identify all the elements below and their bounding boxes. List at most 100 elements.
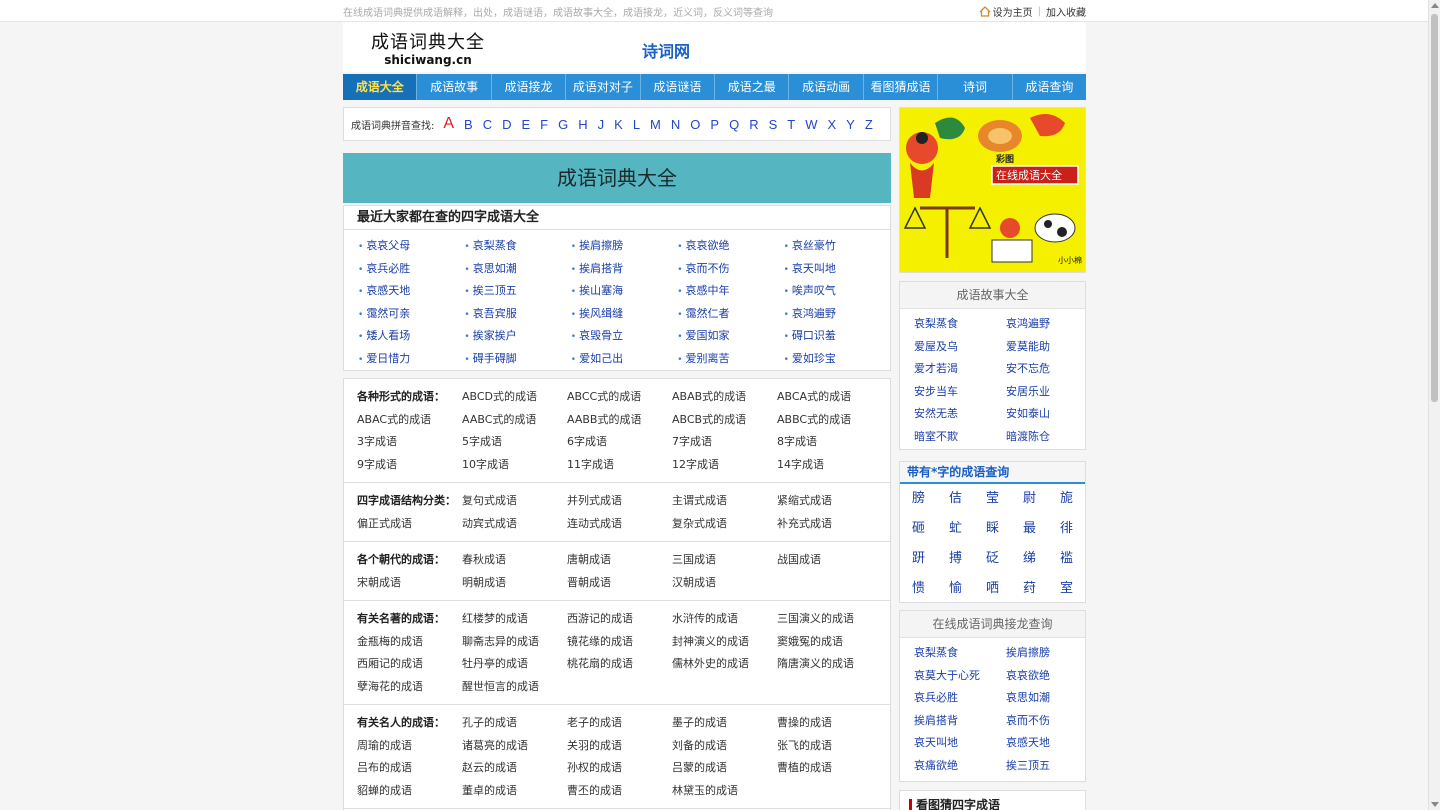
jielong-link[interactable]: 挨肩搭背 — [914, 710, 1006, 733]
letter-link[interactable]: H — [578, 117, 587, 132]
category-link[interactable]: 偏正式成语 — [357, 515, 462, 538]
category-link[interactable]: 赵云的成语 — [462, 759, 567, 782]
category-link[interactable]: ABBC式的成语 — [777, 411, 882, 434]
category-link[interactable]: 三国成语 — [672, 551, 777, 574]
jielong-link[interactable]: 哀思如潮 — [1006, 687, 1098, 710]
category-link[interactable]: 主谓式成语 — [672, 492, 777, 515]
category-link[interactable]: 吕蒙的成语 — [672, 759, 777, 782]
category-link[interactable]: 周瑜的成语 — [357, 737, 462, 760]
jielong-link[interactable]: 哀兵必胜 — [914, 687, 1006, 710]
idiom-link[interactable]: 挨三顶五 — [464, 280, 570, 303]
char-link[interactable]: 愦 — [900, 574, 937, 604]
char-link[interactable]: 砸 — [900, 514, 937, 544]
category-link[interactable]: 封神演义的成语 — [672, 633, 777, 656]
category-link[interactable]: 晋朝成语 — [567, 574, 672, 597]
category-link[interactable]: 14字成语 — [777, 456, 882, 479]
letter-link[interactable]: L — [633, 117, 640, 132]
letter-link[interactable]: D — [502, 117, 511, 132]
story-link[interactable]: 安然无恙 — [914, 403, 1006, 426]
char-link[interactable]: 趼 — [900, 544, 937, 574]
idiom-link[interactable]: 哀感中年 — [677, 280, 783, 303]
category-link[interactable]: 刘备的成语 — [672, 737, 777, 760]
category-link[interactable]: 西厢记的成语 — [357, 655, 462, 678]
char-link[interactable]: 睬 — [974, 514, 1011, 544]
idiom-link[interactable]: 矮人看场 — [358, 325, 464, 348]
jielong-link[interactable]: 哀感天地 — [1006, 732, 1098, 755]
shiciwang-link[interactable]: 诗词网 — [642, 38, 690, 62]
idiom-link[interactable]: 挨风缉缝 — [571, 303, 677, 326]
category-link[interactable]: 孙权的成语 — [567, 759, 672, 782]
char-link[interactable]: 佶 — [937, 484, 974, 514]
story-link[interactable]: 安不忘危 — [1006, 358, 1098, 381]
category-link[interactable]: 10字成语 — [462, 456, 567, 479]
category-link[interactable]: 孽海花的成语 — [357, 678, 462, 701]
category-link[interactable]: ABCA式的成语 — [777, 388, 882, 411]
story-link[interactable]: 爱屋及乌 — [914, 336, 1006, 359]
idiom-link[interactable]: 爱日惜力 — [358, 348, 464, 371]
idiom-link[interactable]: 唉声叹气 — [784, 280, 890, 303]
char-link[interactable]: 哂 — [974, 574, 1011, 604]
category-link[interactable]: 8字成语 — [777, 433, 882, 456]
idiom-link[interactable]: 挨肩擦膀 — [571, 235, 677, 258]
char-link[interactable]: 愉 — [937, 574, 974, 604]
category-link[interactable]: ABAB式的成语 — [672, 388, 777, 411]
idiom-link[interactable]: 爱如珍宝 — [784, 348, 890, 371]
idiom-link[interactable]: 哀而不伤 — [677, 258, 783, 281]
category-link[interactable]: 战国成语 — [777, 551, 882, 574]
jielong-link[interactable]: 挨肩擦膀 — [1006, 642, 1098, 665]
story-link[interactable]: 爱才若渴 — [914, 358, 1006, 381]
jielong-link[interactable]: 挨三顶五 — [1006, 755, 1098, 778]
idiom-link[interactable]: 爱别离苦 — [677, 348, 783, 371]
char-link[interactable]: 虻 — [937, 514, 974, 544]
idiom-link[interactable]: 挨山塞海 — [571, 280, 677, 303]
category-link[interactable]: 复杂式成语 — [672, 515, 777, 538]
category-link[interactable]: 诸葛亮的成语 — [462, 737, 567, 760]
jielong-link[interactable]: 哀痛欲绝 — [914, 755, 1006, 778]
category-link[interactable]: ABCD式的成语 — [462, 388, 567, 411]
jielong-link[interactable]: 哀而不伤 — [1006, 710, 1098, 733]
category-link[interactable]: ABCB式的成语 — [672, 411, 777, 434]
category-link[interactable]: 唐朝成语 — [567, 551, 672, 574]
category-link[interactable]: 5字成语 — [462, 433, 567, 456]
letter-link[interactable]: A — [443, 115, 454, 133]
category-link[interactable]: 金瓶梅的成语 — [357, 633, 462, 656]
category-link[interactable]: 关羽的成语 — [567, 737, 672, 760]
idiom-link[interactable]: 挨家挨户 — [464, 325, 570, 348]
category-link[interactable]: 聊斋志异的成语 — [462, 633, 567, 656]
category-link[interactable]: 紧缩式成语 — [777, 492, 882, 515]
idiom-link[interactable]: 哀哀父母 — [358, 235, 464, 258]
char-link[interactable]: 尉 — [1011, 484, 1048, 514]
idiom-link[interactable]: 哀毁骨立 — [571, 325, 677, 348]
jielong-link[interactable]: 哀梨蒸食 — [914, 642, 1006, 665]
category-link[interactable]: AABC式的成语 — [462, 411, 567, 434]
nav-item[interactable]: 成语大全 — [343, 74, 418, 100]
story-link[interactable]: 安居乐业 — [1006, 381, 1098, 404]
letter-link[interactable]: K — [614, 117, 623, 132]
category-link[interactable]: 隋唐演义的成语 — [777, 655, 882, 678]
letter-link[interactable]: F — [540, 117, 548, 132]
category-link[interactable]: 曹丕的成语 — [567, 782, 672, 805]
category-link[interactable]: 春秋成语 — [462, 551, 567, 574]
char-link[interactable]: 膀 — [900, 484, 937, 514]
category-link[interactable]: 醒世恒言的成语 — [462, 678, 567, 701]
jielong-link[interactable]: 哀莫大于心死 — [914, 665, 1006, 688]
category-link[interactable]: 宋朝成语 — [357, 574, 462, 597]
nav-item[interactable]: 成语动画 — [789, 74, 864, 100]
category-link[interactable]: 貂蝉的成语 — [357, 782, 462, 805]
idiom-link[interactable]: 挨肩搭背 — [571, 258, 677, 281]
category-link[interactable]: ABCC式的成语 — [567, 388, 672, 411]
idiom-link[interactable]: 哀鸿遍野 — [784, 303, 890, 326]
category-link[interactable]: ABAC式的成语 — [357, 411, 462, 434]
scroll-up-arrow-icon[interactable] — [1431, 3, 1439, 8]
story-link[interactable]: 哀梨蒸食 — [914, 313, 1006, 336]
letter-link[interactable]: Z — [865, 117, 873, 132]
category-link[interactable]: 牡丹亭的成语 — [462, 655, 567, 678]
char-link[interactable]: 砭 — [974, 544, 1011, 574]
category-link[interactable]: 桃花扇的成语 — [567, 655, 672, 678]
idiom-link[interactable]: 爱如己出 — [571, 348, 677, 371]
char-link[interactable]: 褴 — [1048, 544, 1085, 574]
letter-link[interactable]: B — [464, 117, 473, 132]
category-link[interactable]: 9字成语 — [357, 456, 462, 479]
nav-item[interactable]: 成语谜语 — [641, 74, 716, 100]
char-link[interactable]: 徘 — [1048, 514, 1085, 544]
